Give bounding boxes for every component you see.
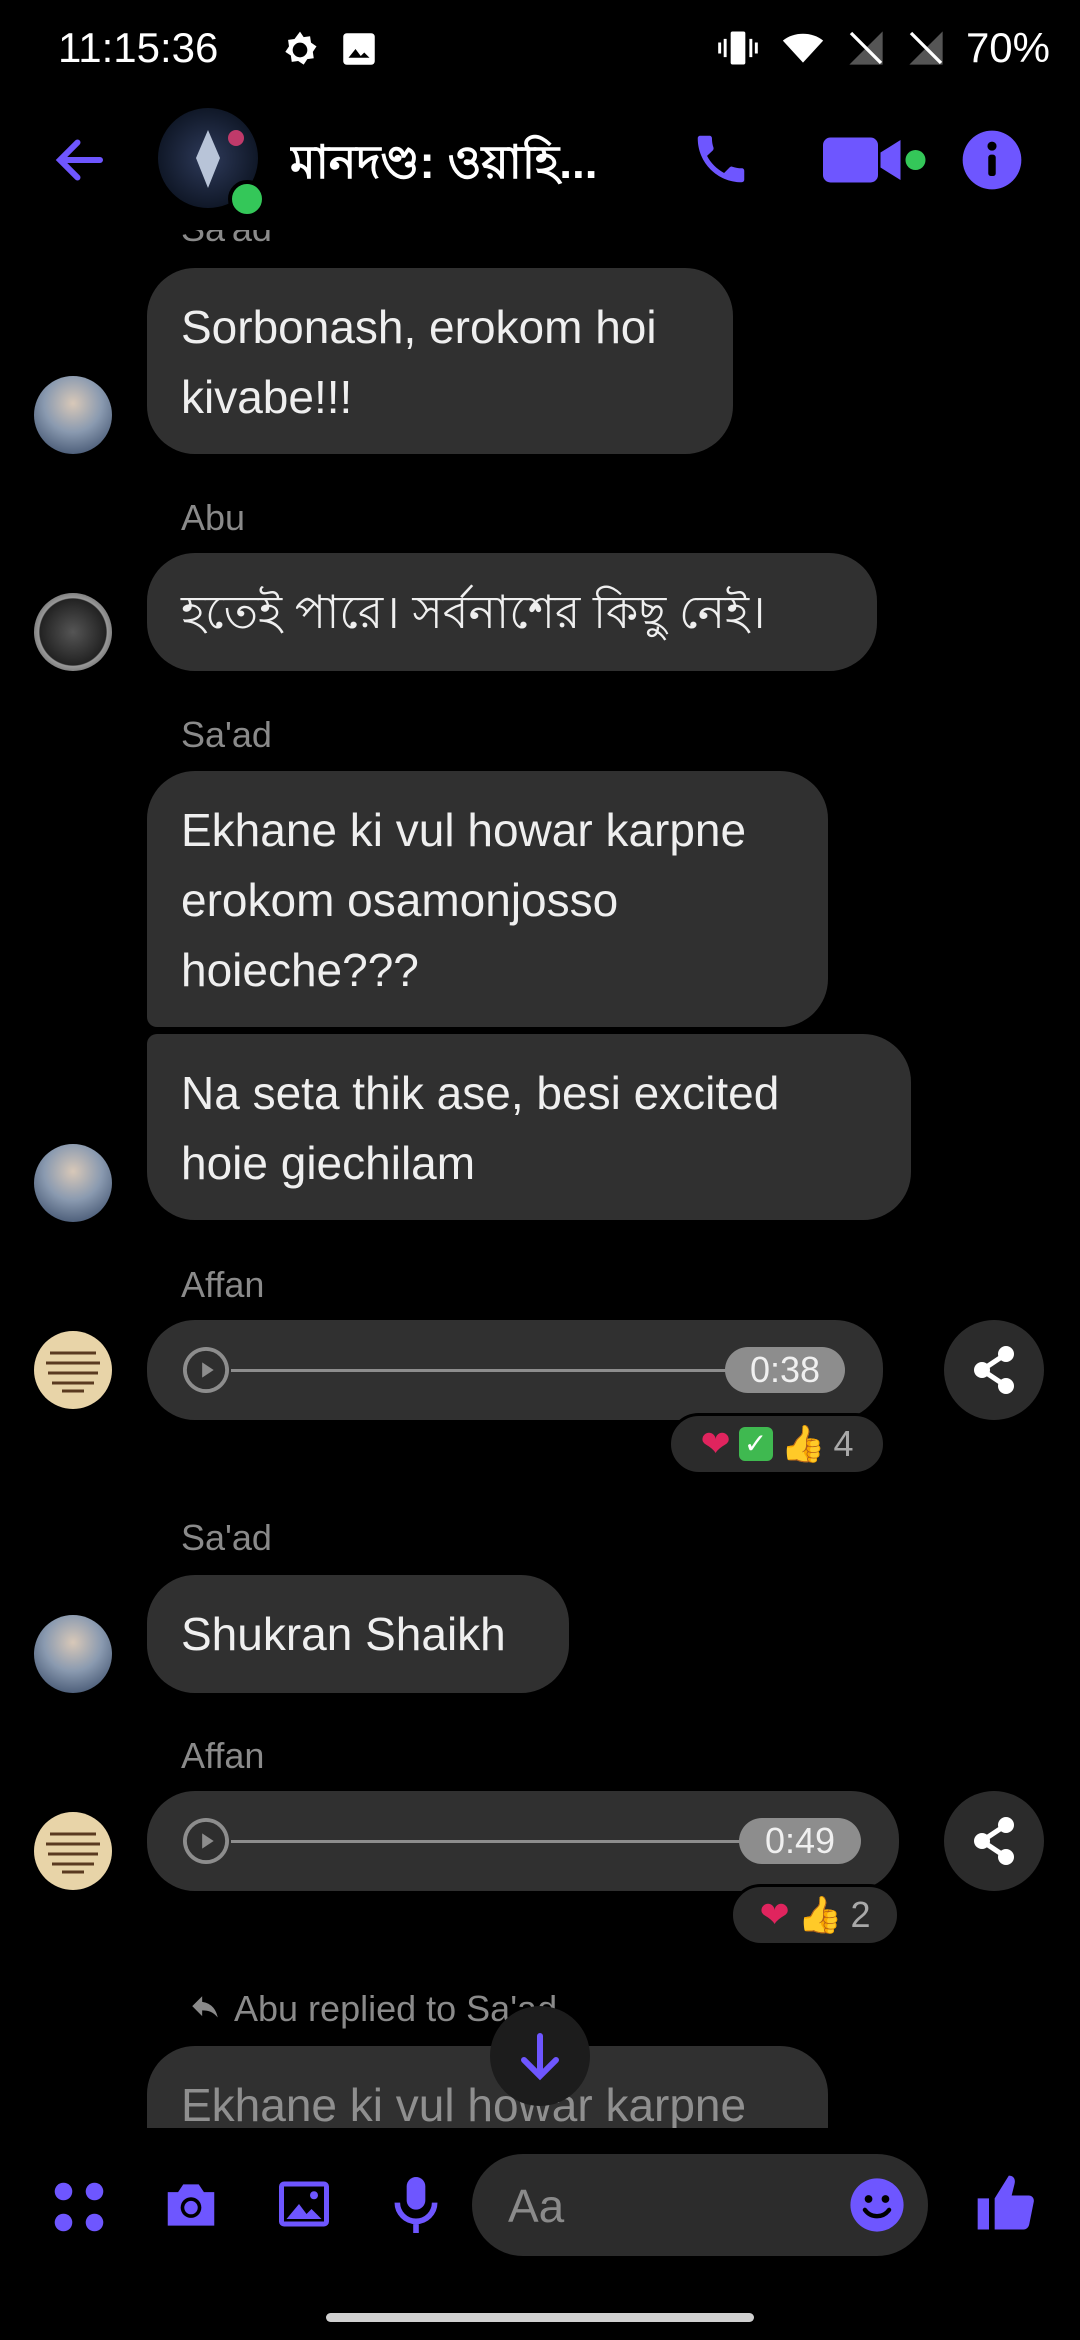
video-camera-icon bbox=[823, 137, 926, 183]
message-text: Ekhane ki vul howar karpne erokom osamon… bbox=[181, 804, 747, 996]
message-text: Ekhane ki vul howar karpne bbox=[181, 2079, 747, 2128]
info-button[interactable] bbox=[960, 128, 1024, 197]
message-bubble[interactable]: Ekhane ki vul howar karpne bbox=[147, 2046, 828, 2128]
vibrate-icon bbox=[718, 31, 758, 65]
message-bubble[interactable]: Na seta thik ase, besi excited hoie giec… bbox=[147, 1034, 911, 1220]
sender-name: Affan bbox=[181, 1735, 265, 1776]
avatar-affan[interactable] bbox=[34, 1331, 112, 1409]
heart-reaction-icon: ❤ bbox=[759, 1894, 790, 1935]
calligraphy-avatar-icon bbox=[46, 1832, 100, 1874]
settings-notification-icon bbox=[278, 28, 322, 82]
scroll-down-icon bbox=[521, 2033, 559, 2081]
reactions-pill[interactable]: ❤ ✓ 👍 4 bbox=[668, 1413, 886, 1475]
avatar-abu[interactable] bbox=[34, 593, 112, 671]
microphone-icon bbox=[394, 2177, 438, 2233]
status-right-group: 70% bbox=[716, 24, 1050, 72]
avatar-saad[interactable] bbox=[34, 1615, 112, 1693]
sender-name: Sa'ad bbox=[181, 1517, 272, 1558]
message-composer[interactable] bbox=[472, 2154, 928, 2256]
emoji-button[interactable] bbox=[848, 2176, 906, 2239]
no-signal-icon-2 bbox=[909, 31, 943, 65]
apps-icon bbox=[54, 2182, 104, 2232]
camera-button[interactable] bbox=[158, 2174, 224, 2241]
home-indicator[interactable] bbox=[326, 2313, 754, 2322]
message-input[interactable] bbox=[506, 2176, 850, 2236]
calligraphy-avatar-icon bbox=[46, 1351, 100, 1393]
audio-duration: 0:38 bbox=[725, 1347, 845, 1393]
sender-name: Sa'ad bbox=[181, 230, 272, 250]
message-text: Sorbonash, erokom hoi kivabe!!! bbox=[181, 301, 657, 423]
share-icon bbox=[974, 1346, 1014, 1394]
online-status-dot bbox=[228, 180, 266, 218]
camera-icon bbox=[167, 2184, 215, 2226]
message-text: Na seta thik ase, besi excited hoie giec… bbox=[181, 1067, 780, 1189]
avatar-saad[interactable] bbox=[34, 376, 112, 454]
status-bar: 11:15:36 70% bbox=[0, 0, 1080, 100]
play-icon bbox=[186, 1350, 226, 1390]
message-bubble[interactable]: Shukran Shaikh bbox=[147, 1575, 569, 1693]
audio-progress-track[interactable] bbox=[231, 1369, 731, 1372]
thumbs-up-reaction-icon: 👍 bbox=[797, 1894, 843, 1935]
play-icon bbox=[186, 1821, 226, 1861]
like-button[interactable] bbox=[972, 2170, 1040, 2243]
back-button[interactable] bbox=[50, 130, 110, 195]
sender-name: Abu bbox=[181, 497, 246, 538]
avatar-affan[interactable] bbox=[34, 1812, 112, 1890]
share-button[interactable] bbox=[944, 1791, 1044, 1891]
battery-percent: 70% bbox=[965, 24, 1050, 71]
reactions-pill[interactable]: ❤ 👍 2 bbox=[730, 1884, 900, 1946]
reaction-count: 4 bbox=[833, 1423, 854, 1464]
reaction-count: 2 bbox=[850, 1894, 871, 1935]
message-text: Shukran Shaikh bbox=[181, 1608, 506, 1660]
no-signal-icon bbox=[849, 31, 883, 65]
voice-call-button[interactable] bbox=[690, 128, 752, 195]
share-button[interactable] bbox=[944, 1320, 1044, 1420]
avatar-saad[interactable] bbox=[34, 1144, 112, 1222]
emoji-icon bbox=[850, 2178, 904, 2232]
sender-name: Affan bbox=[181, 1264, 265, 1305]
play-button[interactable] bbox=[183, 1818, 229, 1864]
clipped-sender-wrap: Sa'ad bbox=[0, 230, 1080, 250]
apps-button[interactable] bbox=[48, 2176, 110, 2243]
message-bubble[interactable]: Ekhane ki vul howar karpne erokom osamon… bbox=[147, 771, 828, 1027]
phone-icon bbox=[697, 135, 745, 183]
info-icon bbox=[962, 130, 1022, 190]
back-arrow-icon bbox=[55, 139, 103, 181]
reply-icon bbox=[192, 1996, 218, 2018]
image-notification-icon bbox=[338, 28, 380, 80]
play-button[interactable] bbox=[183, 1347, 229, 1393]
message-bubble[interactable]: হতেই পারে। সর্বনাশের কিছু নেই। bbox=[147, 553, 877, 671]
check-reaction-icon: ✓ bbox=[738, 1427, 773, 1461]
gallery-button[interactable] bbox=[274, 2174, 334, 2239]
chat-title[interactable]: মানদণ্ড: ওয়াহি... bbox=[290, 128, 650, 204]
audio-message[interactable]: 0:49 bbox=[147, 1791, 899, 1891]
status-time: 11:15:36 bbox=[58, 24, 219, 71]
message-text: হতেই পারে। সর্বনাশের কিছু নেই। bbox=[181, 586, 766, 638]
heart-reaction-icon: ❤ bbox=[700, 1423, 731, 1464]
scroll-to-bottom-button[interactable] bbox=[490, 2006, 590, 2106]
audio-message[interactable]: 0:38 bbox=[147, 1320, 883, 1420]
video-call-button[interactable] bbox=[818, 130, 928, 195]
message-bubble[interactable]: Sorbonash, erokom hoi kivabe!!! bbox=[147, 268, 733, 454]
thumbs-up-reaction-icon: 👍 bbox=[780, 1423, 826, 1464]
share-icon bbox=[974, 1817, 1014, 1865]
wifi-icon bbox=[782, 33, 824, 63]
thumbs-up-icon bbox=[977, 2175, 1034, 2230]
gallery-icon bbox=[279, 2181, 329, 2227]
sender-name: Sa'ad bbox=[181, 714, 272, 755]
audio-duration: 0:49 bbox=[739, 1818, 861, 1864]
voice-record-button[interactable] bbox=[388, 2172, 444, 2243]
audio-progress-track[interactable] bbox=[231, 1840, 751, 1843]
